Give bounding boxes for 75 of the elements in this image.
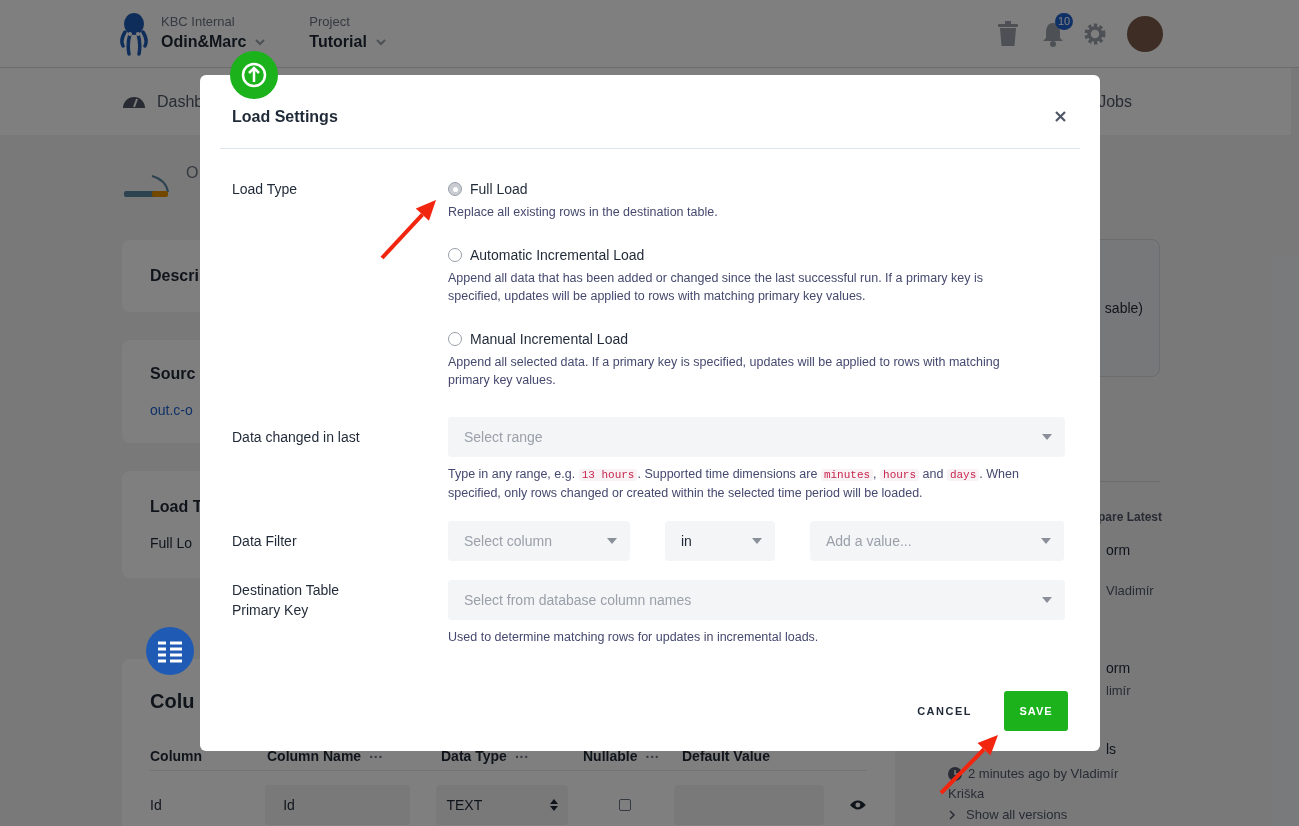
type-select[interactable]: TEXT (436, 785, 569, 825)
option-description: Append all data that has been added or changed since the last successful run. If a primary key is specified, updates will be applied to rows with matching primary key values. (448, 270, 985, 305)
field-label: Load Type (232, 180, 298, 199)
radio-option[interactable]: Full Load (448, 179, 1065, 199)
project-label: Project (309, 13, 351, 30)
card-text: sable) (1104, 298, 1143, 318)
dropdown-caret-icon (751, 537, 763, 545)
radio-option[interactable]: Automatic Incremental Load (448, 245, 1065, 265)
speedometer-icon (122, 94, 146, 109)
column-select[interactable]: Select column (448, 521, 630, 561)
field-label: Destination Table Primary Key (232, 581, 341, 620)
help-text: Type in any range, e.g. 13 hours . Supported time dimensions are minutes , hours and days . When specified, only rows changed or created within the selected time period will be loaded. (448, 466, 1020, 502)
octopus-logo-icon (118, 11, 150, 56)
cancel-button[interactable]: CANCEL (907, 691, 982, 731)
close-icon (1055, 111, 1066, 122)
close-button[interactable] (1055, 111, 1066, 122)
column-header: Column (150, 747, 203, 766)
trash-icon (997, 20, 1019, 47)
column-header: Nullable (583, 747, 638, 766)
dropdown-caret-icon (1041, 433, 1053, 441)
column-header: Data Type (441, 747, 507, 766)
avatar[interactable] (1127, 15, 1163, 52)
show-all-versions-link[interactable]: Show all versions (948, 805, 1068, 825)
range-select[interactable]: Select range (448, 417, 1065, 457)
version-title: orm (1106, 658, 1131, 678)
version-meta: limír (1106, 681, 1131, 700)
more-options-button[interactable]: ··· (514, 749, 529, 764)
chevron-right-icon (948, 809, 956, 820)
annotation-arrow (380, 198, 438, 260)
breadcrumb: O (186, 163, 199, 183)
save-button[interactable]: SAVE (1004, 691, 1068, 731)
radio-button[interactable] (448, 332, 462, 346)
operator-select[interactable]: in (665, 521, 775, 561)
source-link[interactable]: out.c-o (150, 400, 193, 421)
field-label: Data Filter (232, 532, 297, 551)
version-meta: Kriška (948, 784, 985, 803)
radio-button[interactable] (448, 248, 462, 262)
card-title: Descri (150, 266, 199, 286)
primary-key-select[interactable]: Select from database column names (448, 580, 1065, 620)
clock-icon (948, 766, 962, 781)
dialog-title: Load Settings (232, 106, 338, 127)
version-title: ls (1106, 740, 1117, 759)
dropdown-caret-icon (606, 537, 618, 545)
field-label: Data changed in last (232, 428, 360, 447)
sort-arrows-icon (550, 798, 559, 812)
value-select[interactable]: Add a value... (810, 521, 1064, 561)
version-title: orm (1106, 541, 1131, 560)
option-description: Replace all existing rows in the destination table. (448, 204, 719, 221)
version-meta: 2 minutes ago by Vladimír (968, 765, 1119, 783)
radio-button[interactable] (448, 182, 462, 196)
option-description: Append all selected data. If a primary key is specified, updates will be applied to rows with matching primary key values. (448, 354, 1001, 389)
settings-icon (1083, 21, 1107, 46)
table-cell-text: Id (150, 797, 163, 813)
card-value: Full Lo (150, 534, 193, 553)
column-header: Column Name (267, 747, 362, 766)
radio-option[interactable]: Manual Incremental Load (448, 329, 1065, 349)
name-field[interactable]: Id (265, 785, 411, 825)
nav-link[interactable]: Jobs (1098, 89, 1132, 114)
column-header: Default Value (682, 747, 770, 766)
settings-button[interactable] (1083, 21, 1107, 46)
more-options-button[interactable]: ··· (645, 749, 660, 764)
dropdown-caret-icon (1040, 537, 1052, 545)
eye-icon (849, 799, 867, 811)
dropdown-caret-icon (1041, 596, 1053, 604)
card-title: Sourc (150, 364, 196, 384)
organization-picker[interactable]: Odin&Marc (161, 29, 267, 54)
card-title: Colu (150, 689, 195, 713)
notification-count-badge: 10 (1055, 12, 1074, 30)
organization-label: KBC Internal (161, 13, 236, 30)
help-text: Used to determine matching rows for updates in incremental loads. (448, 629, 820, 646)
project-picker[interactable]: Tutorial (309, 29, 387, 54)
more-options-button[interactable]: ··· (369, 749, 384, 764)
version-meta: Vladimír (1106, 582, 1154, 600)
nullable-checkbox[interactable] (619, 799, 632, 811)
trash-button[interactable] (997, 20, 1019, 47)
